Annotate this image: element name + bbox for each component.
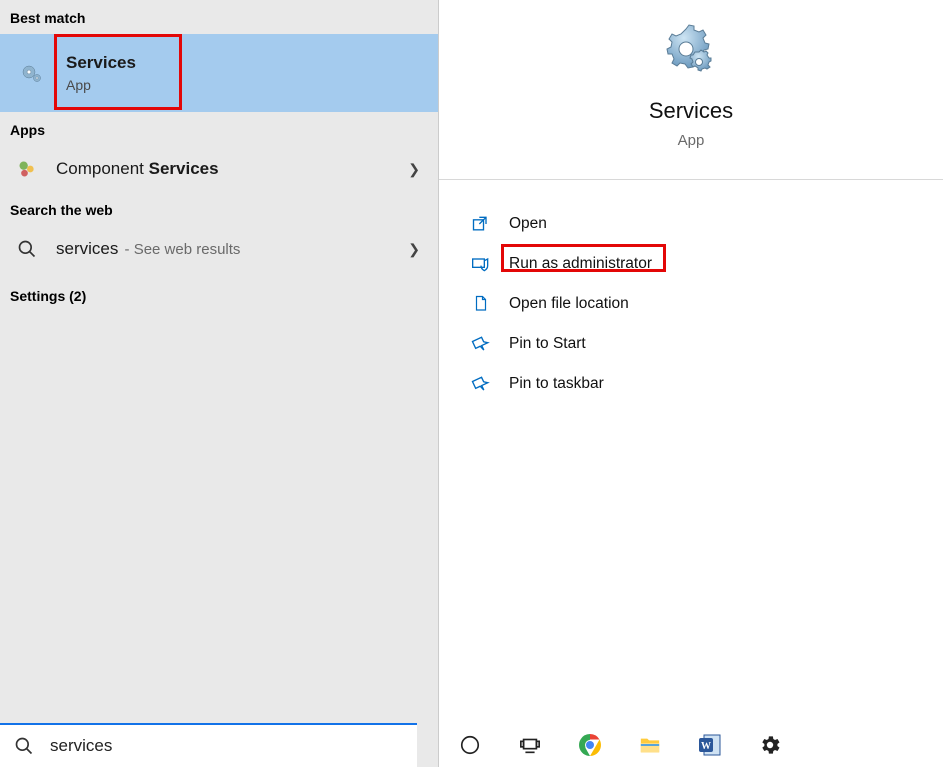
details-header: Services App (439, 0, 943, 180)
task-view-icon[interactable] (517, 732, 543, 758)
web-item-label: services - See web results (56, 239, 240, 259)
search-input[interactable] (50, 736, 403, 756)
best-match-heading: Best match (0, 0, 438, 34)
shield-icon (469, 252, 493, 276)
details-subtitle: App (678, 132, 705, 149)
open-icon (469, 212, 493, 236)
component-services-icon (12, 154, 42, 184)
chevron-right-icon: ❯ (408, 161, 426, 178)
action-list: Open Run as administrator (439, 180, 943, 428)
chevron-right-icon: ❯ (408, 241, 426, 258)
web-item-services[interactable]: services - See web results ❯ (0, 226, 438, 272)
apps-item-component-services[interactable]: Component Services ❯ (0, 146, 438, 192)
action-open-label: Open (509, 215, 547, 233)
apps-item-label: Component Services (56, 159, 219, 179)
settings-heading[interactable]: Settings (2) (0, 272, 438, 312)
pin-icon (469, 332, 493, 356)
taskbar: W (439, 723, 943, 767)
action-open[interactable]: Open (469, 204, 913, 244)
settings-gear-icon[interactable] (757, 732, 783, 758)
action-open-location-label: Open file location (509, 295, 629, 313)
svg-text:W: W (701, 741, 711, 752)
details-title: Services (649, 98, 733, 124)
search-bar[interactable] (0, 723, 417, 767)
gears-icon (661, 24, 721, 84)
apps-heading: Apps (0, 112, 438, 146)
word-icon[interactable]: W (697, 732, 723, 758)
action-pin-taskbar-label: Pin to taskbar (509, 375, 604, 393)
cortana-icon[interactable] (457, 732, 483, 758)
action-run-admin[interactable]: Run as administrator (469, 244, 913, 284)
best-match-subtitle: App (66, 77, 136, 93)
search-results-panel: Best match Services App Apps (0, 0, 438, 767)
web-heading: Search the web (0, 192, 438, 226)
action-pin-taskbar[interactable]: Pin to taskbar (469, 364, 913, 404)
file-explorer-icon[interactable] (637, 732, 663, 758)
folder-icon (469, 292, 493, 316)
search-icon (14, 736, 34, 756)
action-run-admin-label: Run as administrator (509, 255, 652, 273)
action-pin-start[interactable]: Pin to Start (469, 324, 913, 364)
action-pin-start-label: Pin to Start (509, 335, 586, 353)
gears-icon (12, 54, 50, 92)
action-open-location[interactable]: Open file location (469, 284, 913, 324)
best-match-title: Services (66, 53, 136, 73)
search-icon (12, 234, 42, 264)
details-panel: Services App Open (438, 0, 943, 767)
pin-icon (469, 372, 493, 396)
chrome-icon[interactable] (577, 732, 603, 758)
best-match-services[interactable]: Services App (0, 34, 438, 112)
